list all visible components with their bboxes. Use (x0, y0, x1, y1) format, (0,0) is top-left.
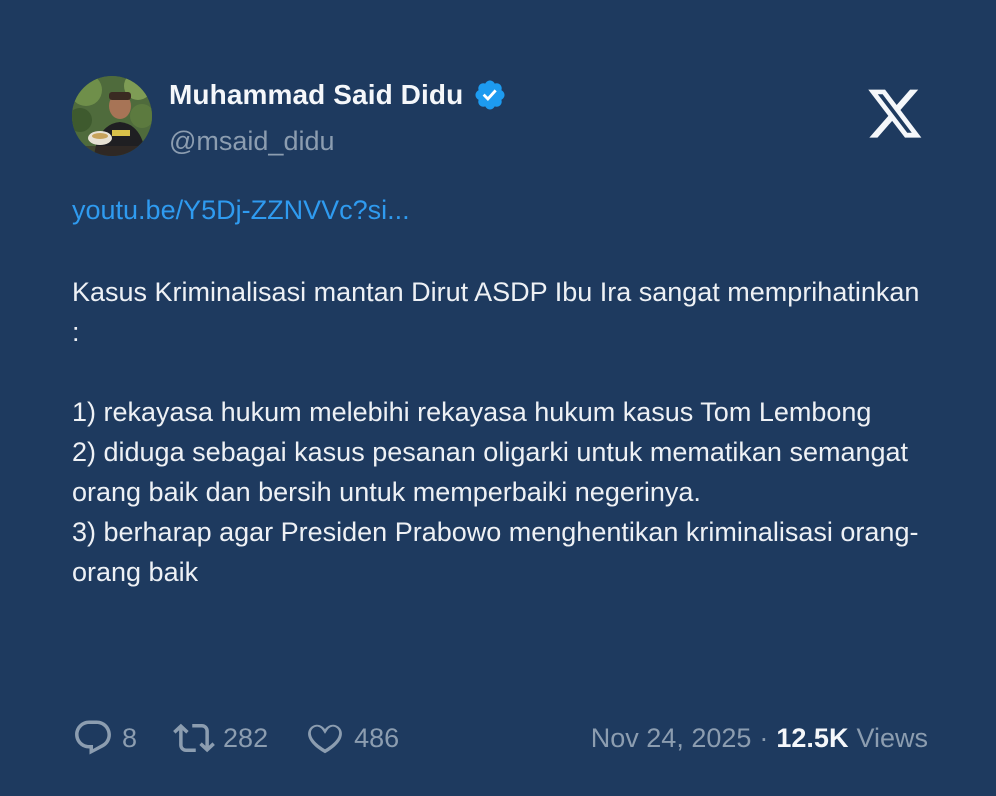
tweet-meta: Nov 24, 2025 · 12.5K Views (591, 716, 928, 760)
tweet-paragraph: 1) rekayasa hukum melebihi rekayasa huku… (72, 397, 872, 427)
tweet-actions: 8 282 486 (72, 716, 435, 760)
tweet-link[interactable]: youtu.be/Y5Dj-ZZNVVc?si... (72, 195, 410, 226)
author-handle[interactable]: @msaid_didu (169, 126, 335, 157)
tweet-paragraph: 2) diduga sebagai kasus pesanan oligarki… (72, 437, 909, 507)
repost-count: 282 (223, 722, 269, 753)
avatar[interactable] (72, 76, 152, 156)
heart-icon (308, 724, 343, 754)
tweet-date[interactable]: Nov 24, 2025 (591, 723, 752, 754)
tweet-body: Kasus Kriminalisasi mantan Dirut ASDP Ib… (72, 272, 932, 592)
meta-separator: · (759, 722, 769, 753)
like-count: 486 (354, 722, 400, 753)
x-logo-icon[interactable] (866, 88, 924, 142)
views-label: Views (856, 722, 928, 753)
avatar-image (72, 76, 152, 156)
repost-button[interactable]: 282 (173, 717, 268, 759)
like-button[interactable]: 486 (304, 717, 399, 759)
author-name-row[interactable]: Muhammad Said Didu (169, 78, 507, 112)
repost-icon (173, 723, 215, 753)
tweet-paragraph: Kasus Kriminalisasi mantan Dirut ASDP Ib… (72, 277, 920, 347)
reply-button[interactable]: 8 (72, 717, 137, 759)
verified-badge-icon (475, 80, 505, 110)
author-name[interactable]: Muhammad Said Didu (169, 79, 463, 111)
tweet-card: Muhammad Said Didu @msaid_didu youtu.be/… (0, 0, 996, 796)
views-count: 12.5K (776, 722, 849, 753)
reply-icon (75, 720, 111, 755)
tweet-paragraph: 3) berharap agar Presiden Prabowo menghe… (72, 517, 919, 587)
reply-count: 8 (122, 722, 138, 753)
